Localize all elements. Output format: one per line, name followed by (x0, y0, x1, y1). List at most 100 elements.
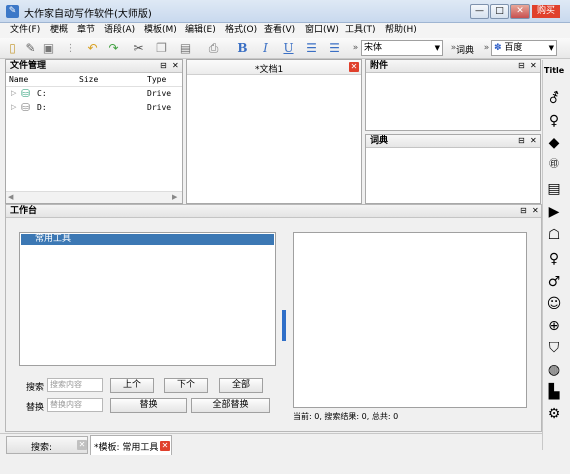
close-tab-icon[interactable]: ✕ (160, 441, 170, 451)
scroll-left-icon[interactable]: ◀ (8, 193, 13, 201)
close-icon[interactable]: ✕ (172, 60, 179, 72)
dict-label[interactable]: 词典 (456, 43, 474, 56)
gear-icon[interactable]: ⚙ (544, 405, 564, 423)
window-title: 大作家自动写作软件(大师版) (24, 9, 152, 20)
align-center-icon[interactable]: ☰ (326, 40, 343, 57)
align-left-icon[interactable]: ☰ (303, 40, 320, 57)
minimize-button[interactable]: — (470, 4, 489, 19)
drive-icon: ⛁ (21, 101, 31, 114)
search-input[interactable]: 搜索内容 (47, 378, 103, 392)
replace-input[interactable]: 替换内容 (47, 398, 103, 412)
close-icon[interactable]: ✕ (530, 60, 537, 72)
save-icon[interactable]: ▣ (40, 40, 57, 57)
workbench-title: 工作台 (10, 206, 38, 216)
search-engine-value: 百度 (504, 43, 523, 53)
horizontal-scrollbar[interactable]: ◀ ▶ (6, 191, 182, 203)
file-type: Drive (147, 89, 172, 98)
undo-icon[interactable]: ↶ (84, 40, 101, 57)
bold-icon[interactable]: B (234, 40, 251, 57)
male-female-icon[interactable]: ⚦ (544, 90, 564, 108)
video-icon[interactable]: ▶ (544, 203, 564, 221)
cut-icon[interactable]: ✂ (130, 40, 147, 57)
result-area[interactable] (293, 232, 527, 408)
map-place-icon[interactable]: ㊞ (544, 156, 564, 174)
menu-view[interactable]: 查看(V) (264, 24, 295, 37)
splitter-handle[interactable] (282, 310, 286, 341)
expand-arrow-icon[interactable]: ▷ (11, 89, 16, 97)
maximize-button[interactable]: □ (490, 4, 509, 19)
stairs-icon[interactable]: ▙ (544, 383, 564, 401)
template-list[interactable]: 常用工具 (19, 232, 276, 366)
tag-icon[interactable]: ◆ (544, 134, 564, 152)
menu-file[interactable]: 文件(F) (10, 24, 40, 37)
bottom-tab-template[interactable]: *模板: 常用工具 ✕ (90, 435, 172, 455)
font-select[interactable]: 宋体 ▼ (361, 40, 443, 56)
menu-bar: 文件(F) 梗概 章节 语段(A) 模板(M) 编辑(E) 格式(O) 查看(V… (0, 23, 570, 38)
ghost-icon[interactable]: ☖ (544, 226, 564, 244)
title-bar: ✎ 大作家自动写作软件(大师版) — □ ✕ 购买 (0, 0, 570, 23)
menu-template[interactable]: 模板(M) (144, 24, 177, 37)
book-icon[interactable]: ▤ (544, 180, 564, 198)
document-tab-title: *文档1 (255, 65, 284, 75)
male-symbol-icon[interactable]: ♂ (544, 273, 564, 291)
copy-icon[interactable]: ❐ (153, 40, 170, 57)
dictionary-panel: 词典 ⊟ ✕ (365, 134, 541, 204)
bottom-tab-search[interactable]: 搜索: ✕ (6, 436, 88, 454)
print-icon[interactable]: ⎙ (205, 40, 222, 57)
scroll-right-icon[interactable]: ▶ (172, 193, 177, 201)
pin-icon[interactable]: ⊟ (518, 135, 525, 147)
menu-paragraph[interactable]: 语段(A) (104, 24, 135, 37)
table-row[interactable]: ▷ ⛁ C: Drive (6, 87, 182, 101)
expand-arrow-icon[interactable]: ▷ (11, 103, 16, 111)
menu-chapter[interactable]: 章节 (77, 24, 95, 37)
toolbar: ▯ ✎ ▣ ⋮ ↶ ↷ ✂ ❐ ▤ ⎙ B I U ☰ ☰ » 宋体 ▼ » 词… (0, 38, 570, 59)
pin-icon[interactable]: ⊟ (518, 60, 525, 72)
column-type[interactable]: Type (147, 75, 166, 84)
new-file-icon[interactable]: ▯ (4, 40, 21, 57)
female-symbol-icon[interactable]: ♀ (544, 250, 564, 268)
menu-tools[interactable]: 工具(T) (345, 24, 376, 37)
menu-format[interactable]: 格式(O) (225, 24, 257, 37)
replace-all-button[interactable]: 全部替换 (191, 398, 270, 413)
replace-button[interactable]: 替换 (110, 398, 187, 413)
table-row[interactable]: ▷ ⛁ D: Drive (6, 101, 182, 115)
title-tool[interactable]: Title (544, 66, 564, 75)
file-manager-header: 文件管理 ⊟ ✕ (6, 60, 182, 73)
column-size[interactable]: Size (79, 75, 98, 84)
all-button[interactable]: 全部 (219, 378, 263, 393)
menu-edit[interactable]: 编辑(E) (185, 24, 216, 37)
app-icon: ✎ (6, 5, 19, 18)
close-icon[interactable]: ✕ (530, 135, 537, 147)
close-tab-icon[interactable]: ✕ (77, 440, 87, 450)
paste-icon[interactable]: ▤ (177, 40, 194, 57)
close-icon[interactable]: ✕ (532, 205, 539, 217)
close-tab-icon[interactable]: ✕ (349, 62, 359, 72)
close-button[interactable]: ✕ (510, 4, 530, 19)
next-button[interactable]: 下个 (164, 378, 208, 393)
buy-button[interactable]: 购买 (532, 5, 560, 18)
italic-icon[interactable]: I (257, 40, 274, 57)
list-item-selected[interactable]: 常用工具 (21, 234, 274, 245)
portrait-icon[interactable]: ☺ (544, 295, 564, 313)
shirt-icon[interactable]: ⛉ (544, 339, 564, 357)
open-icon[interactable]: ✎ (22, 40, 39, 57)
font-select-value: 宋体 (364, 43, 383, 53)
menu-outline[interactable]: 梗概 (50, 24, 68, 37)
menu-help[interactable]: 帮助(H) (385, 24, 417, 37)
female-icon[interactable]: ♀ (544, 112, 564, 130)
underline-icon[interactable]: U (280, 40, 297, 57)
pin-icon[interactable]: ⊟ (520, 205, 527, 217)
chevron-down-icon: ▼ (548, 44, 554, 52)
ball-icon[interactable]: ◍ (544, 361, 564, 379)
document-editor[interactable] (187, 75, 361, 203)
globe-icon[interactable]: ⊕ (544, 317, 564, 335)
document-tab[interactable]: *文档1 ✕ (187, 60, 361, 75)
attachment-header: 附件 ⊟ ✕ (366, 60, 540, 73)
prev-button[interactable]: 上个 (110, 378, 154, 393)
bottom-tab-label: *模板: 常用工具 (94, 443, 159, 453)
redo-icon[interactable]: ↷ (105, 40, 122, 57)
menu-window[interactable]: 窗口(W) (305, 24, 339, 37)
column-name[interactable]: Name (9, 75, 28, 84)
search-engine-select[interactable]: ✽ 百度 ▼ (491, 40, 557, 56)
pin-icon[interactable]: ⊟ (160, 60, 167, 72)
